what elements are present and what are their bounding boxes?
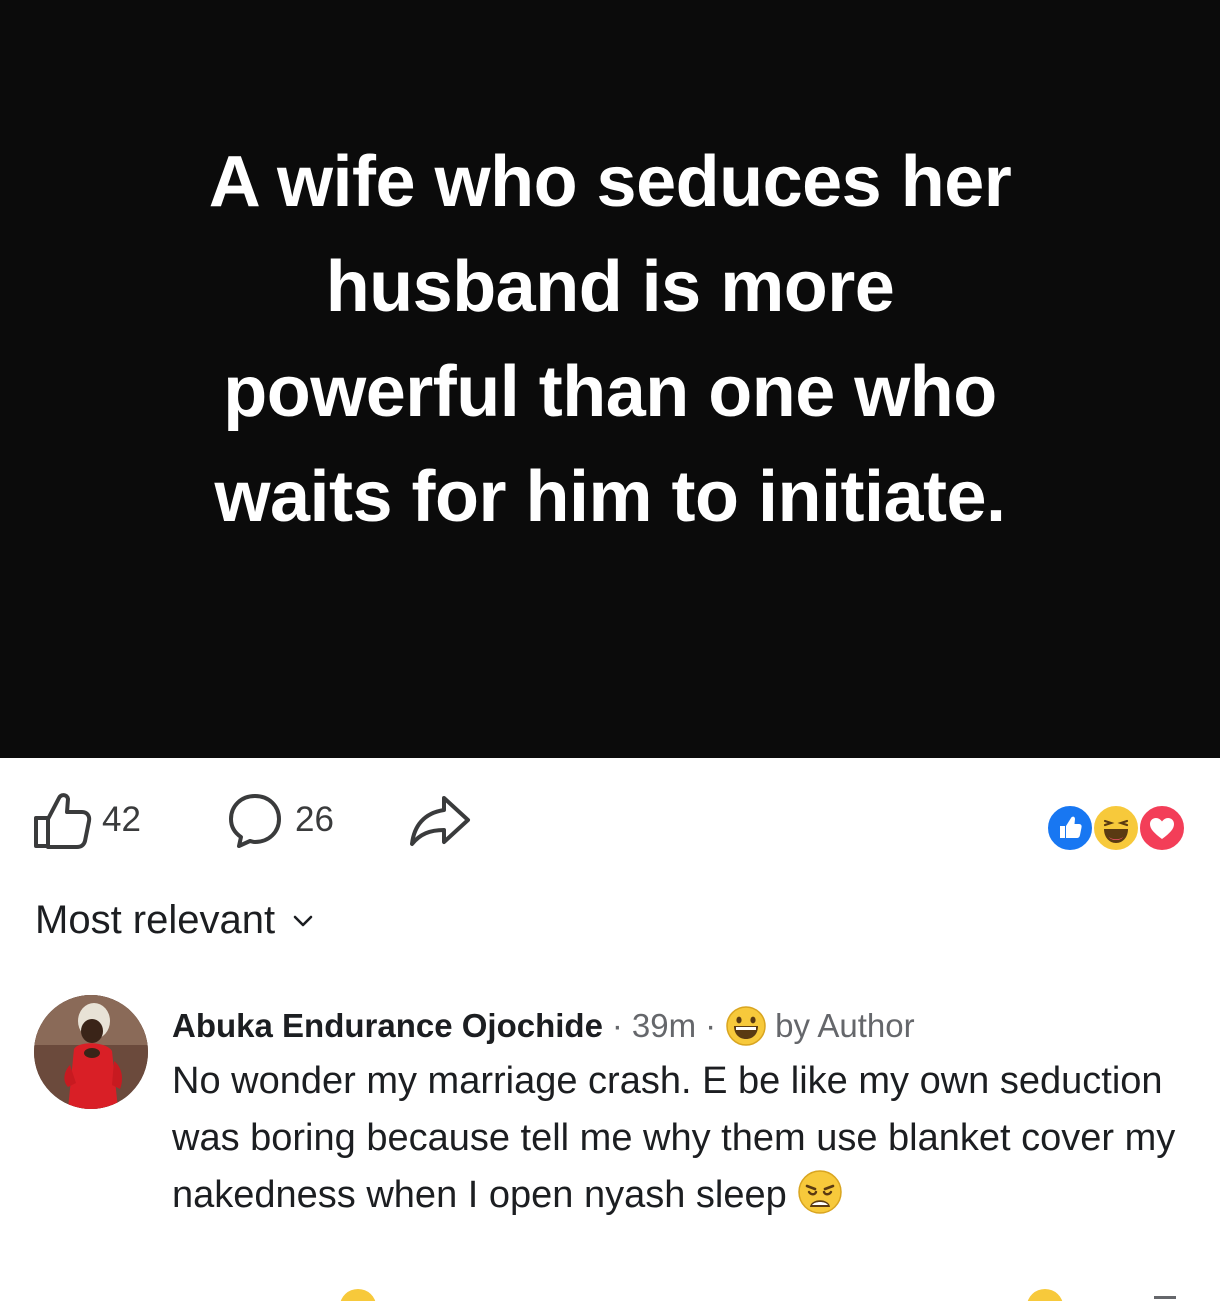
comment-timestamp[interactable]: 39m [632,1007,696,1045]
share-arrow-icon [410,796,470,846]
like-count: 42 [102,800,141,839]
emoji-icon [340,1289,376,1301]
chevron-down-icon [293,915,313,926]
weary-face-emoji-icon [798,1170,842,1214]
emoji-icon [1027,1289,1063,1301]
post-action-bar: 42 26 [0,758,1220,888]
reaction-summary[interactable] [1046,804,1186,852]
meta-separator: · [611,1007,623,1044]
comment-actions-row [0,1288,1220,1301]
love-reaction-icon [1138,804,1186,852]
quote-line: powerful than one who [223,352,997,432]
comment-body: Abuka Endurance Ojochide · 39m · by Auth… [172,1001,1202,1224]
author-badge: by Author [775,1007,915,1044]
quote-line: husband is more [325,247,895,327]
post-quote: A wife who seduces her husband is more p… [60,130,1160,550]
comment-count: 26 [295,800,334,839]
quote-line: A wife who seduces her [208,142,1012,222]
thumbs-up-icon [34,793,92,849]
sort-label: Most relevant [35,898,276,942]
meta-separator: · [705,1007,717,1044]
comment-sort-dropdown[interactable]: Most relevant [35,898,313,943]
share-button[interactable] [408,788,472,852]
haha-reaction-icon [1092,804,1140,852]
grinning-emoji-icon [726,1006,766,1046]
comment-bubble-icon [229,794,281,848]
comment-meta: Abuka Endurance Ojochide · 39m · by Auth… [172,1001,1202,1051]
like-button[interactable]: 42 [32,788,141,852]
author-name[interactable]: Abuka Endurance Ojochide [172,1007,603,1045]
more-options-icon [1154,1296,1176,1299]
comment-button[interactable]: 26 [225,788,334,852]
comment-text-content: No wonder my marriage crash. E be like m… [172,1060,1176,1216]
post-image[interactable]: A wife who seduces her husband is more p… [0,0,1220,758]
avatar[interactable] [34,995,148,1109]
quote-line: waits for him to initiate. [214,457,1006,537]
comment-text: No wonder my marriage crash. E be like m… [172,1053,1202,1224]
like-reaction-icon [1046,804,1094,852]
